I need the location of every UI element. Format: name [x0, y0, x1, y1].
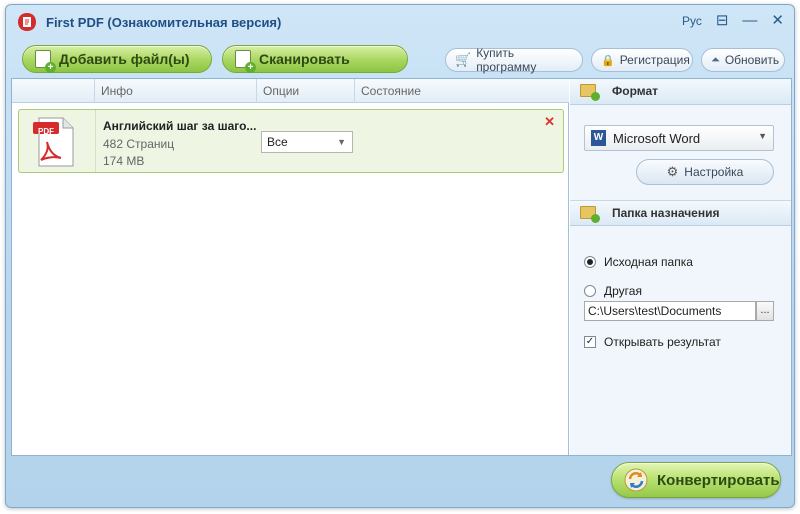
convert-cycle-icon — [624, 468, 648, 492]
pages-option-value: Все — [267, 135, 288, 149]
scan-label: Сканировать — [259, 51, 350, 67]
source-folder-radio[interactable] — [584, 256, 596, 268]
file-name: Английский шаг за шаго... — [103, 119, 257, 133]
update-arrow-icon: ⏶ — [711, 53, 720, 66]
source-folder-option[interactable]: Исходная папка — [584, 255, 693, 269]
header-status[interactable]: Состояние — [354, 79, 569, 103]
other-folder-label: Другая — [604, 284, 642, 298]
source-folder-label: Исходная папка — [604, 255, 693, 269]
row-divider — [95, 110, 96, 172]
pdf-icon-label: PDF — [38, 127, 54, 136]
format-select[interactable]: W Microsoft Word ▼ — [584, 125, 774, 151]
title-bar: First PDF (Ознакомительная версия) Рус ⊟… — [6, 5, 794, 39]
header-icon-column — [12, 79, 94, 103]
close-icon[interactable]: ✕ — [771, 13, 784, 29]
browse-button[interactable]: ... — [756, 301, 774, 321]
file-pages: 482 Страниц — [103, 137, 175, 151]
destination-path-input[interactable]: C:\Users\test\Documents — [584, 301, 756, 321]
toolbar: Добавить файл(ы) Сканировать 🛒 Купить пр… — [11, 41, 791, 79]
update-button[interactable]: ⏶ Обновить — [701, 48, 785, 72]
other-folder-option[interactable]: Другая — [584, 284, 642, 298]
format-select-value: Microsoft Word — [613, 130, 701, 146]
language-selector[interactable]: Рус — [682, 14, 702, 28]
app-logo-icon — [18, 13, 36, 31]
title-controls: Рус ⊟ — ✕ — [682, 13, 784, 29]
list-header: Инфо Опции Состояние — [12, 79, 569, 103]
buy-label: Купить программу — [476, 46, 537, 74]
gear-icon: ⚙ — [666, 164, 679, 179]
file-size: 174 MB — [103, 154, 145, 168]
menu-icon[interactable]: ⊟ — [716, 13, 729, 29]
settings-sidebar: Формат W Microsoft Word ▼ ⚙ Настройка Па… — [570, 79, 791, 455]
settings-label: Настройка — [684, 165, 744, 179]
scan-document-icon — [235, 50, 256, 73]
scan-button[interactable]: Сканировать — [222, 45, 408, 73]
format-header: Формат — [570, 79, 791, 105]
remove-file-icon[interactable]: ✕ — [544, 114, 555, 130]
convert-button[interactable]: Конвертировать — [611, 462, 781, 498]
header-info[interactable]: Инфо — [94, 79, 256, 103]
format-header-label: Формат — [612, 84, 659, 98]
minimize-icon[interactable]: — — [742, 13, 757, 29]
header-options[interactable]: Опции — [256, 79, 354, 103]
add-files-button[interactable]: Добавить файл(ы) — [22, 45, 212, 73]
pdf-file-icon — [33, 117, 74, 167]
destination-folder-icon — [580, 206, 600, 223]
lock-icon: 🔒 — [601, 54, 615, 67]
destination-header-label: Папка назначения — [612, 206, 720, 220]
open-result-checkbox[interactable]: ✓ — [584, 336, 596, 348]
file-row[interactable]: PDF Английский шаг за шаго... 482 Страни… — [18, 109, 564, 173]
destination-header: Папка назначения — [570, 200, 791, 226]
window-title: First PDF (Ознакомительная версия) — [46, 15, 282, 30]
word-icon: W — [591, 130, 606, 146]
convert-label: Конвертировать — [657, 471, 780, 489]
add-document-icon — [35, 50, 56, 73]
cart-icon: 🛒 — [455, 52, 472, 67]
add-files-label: Добавить файл(ы) — [59, 51, 190, 67]
main-panel: Инфо Опции Состояние PDF Английский шаг … — [11, 78, 792, 456]
register-label: Регистрация — [619, 53, 690, 67]
other-folder-radio[interactable] — [584, 285, 596, 297]
pages-option-select[interactable]: Все ▼ — [261, 131, 353, 153]
open-result-label: Открывать результат — [604, 335, 721, 349]
update-label: Обновить — [724, 53, 780, 67]
svg-text:PDF: PDF — [38, 127, 54, 136]
open-result-option[interactable]: ✓ Открывать результат — [584, 335, 721, 349]
buy-button[interactable]: 🛒 Купить программу — [445, 46, 583, 74]
chevron-down-icon: ▼ — [337, 137, 346, 147]
chevron-down-icon: ▼ — [758, 131, 767, 141]
format-folder-icon — [580, 84, 600, 101]
settings-button[interactable]: ⚙ Настройка — [636, 159, 774, 185]
file-list: Инфо Опции Состояние PDF Английский шаг … — [12, 79, 569, 455]
register-button[interactable]: 🔒 Регистрация — [591, 48, 693, 72]
